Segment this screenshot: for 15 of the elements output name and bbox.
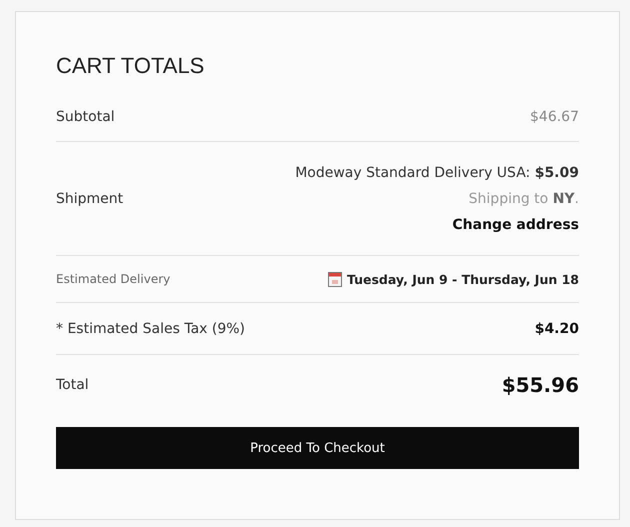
tax-value: $4.20 [534,320,579,336]
change-address-link[interactable]: Change address [452,216,579,232]
row-label: Estimated Delivery [56,272,170,286]
calendar-icon [328,272,342,286]
total-value: $55.96 [502,373,579,397]
row-label: Total [56,377,89,393]
row-label: Subtotal [56,109,115,125]
checkout-button[interactable]: Proceed To Checkout [56,427,579,469]
row-label: Shipment [56,190,124,206]
row-label: * Estimated Sales Tax (9%) [56,320,246,336]
subtotal-value: $46.67 [530,109,579,125]
delivery-dates: Tuesday, Jun 9 - Thursday, Jun 18 [346,272,579,286]
shipping-method: Modeway Standard Delivery USA: $5.09 [295,164,579,180]
cart-totals-title: CART TOTALS [56,53,206,79]
shipping-destination: Shipping to NY. [468,190,579,206]
